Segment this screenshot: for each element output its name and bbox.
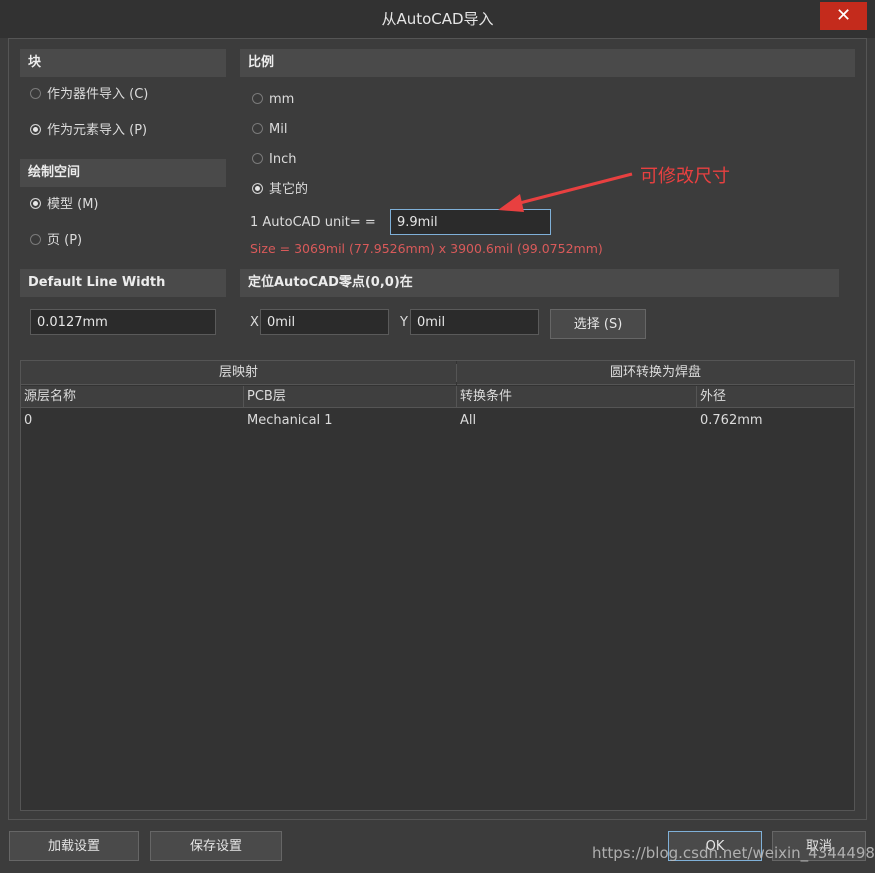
column-header-condition[interactable]: 转换条件	[457, 386, 696, 408]
block-header: 块	[20, 49, 226, 77]
x-input[interactable]: 0mil	[260, 309, 389, 335]
column-separator	[696, 386, 697, 408]
radio-label: 模型 (M)	[47, 197, 99, 212]
radio-icon	[252, 153, 263, 164]
select-button[interactable]: 选择 (S)	[550, 309, 646, 339]
radio-icon	[30, 198, 41, 209]
radio-mil[interactable]: Mil	[252, 120, 287, 140]
group-header-layer-map: 层映射	[21, 361, 456, 385]
y-label: Y	[400, 315, 408, 330]
radio-icon	[30, 124, 41, 135]
radio-label: 作为器件导入 (C)	[47, 87, 149, 102]
radio-mm[interactable]: mm	[252, 90, 294, 110]
radio-label: mm	[269, 92, 295, 107]
load-settings-button[interactable]: 加载设置	[9, 831, 139, 861]
group-header-ring-to-pad: 圆环转换为焊盘	[457, 361, 854, 385]
layer-mapping-table: 层映射 圆环转换为焊盘 源层名称 PCB层 转换条件 外径 0 Mechanic…	[20, 360, 855, 811]
column-header-pcb-layer[interactable]: PCB层	[244, 386, 456, 408]
radio-page[interactable]: 页 (P)	[30, 231, 82, 251]
radio-icon	[30, 234, 41, 245]
annotation-arrow-icon	[498, 172, 633, 212]
window-title: 从AutoCAD导入	[381, 10, 494, 28]
header-separator	[456, 364, 457, 382]
space-header: 绘制空间	[20, 159, 226, 187]
cell-outer-diameter[interactable]: 0.762mm	[697, 411, 854, 431]
column-header-outer-diameter[interactable]: 外径	[697, 386, 854, 408]
y-input[interactable]: 0mil	[410, 309, 539, 335]
size-info: Size = 3069mil (77.9526mm) x 3900.6mil (…	[250, 241, 603, 256]
radio-label: Inch	[269, 152, 297, 167]
close-button[interactable]: ✕	[820, 2, 867, 30]
origin-header: 定位AutoCAD零点(0,0)在	[240, 269, 839, 297]
radio-inch[interactable]: Inch	[252, 150, 296, 170]
x-label: X	[250, 315, 259, 330]
radio-icon	[252, 93, 263, 104]
cell-condition[interactable]: All	[457, 411, 696, 431]
line-width-header: Default Line Width	[20, 269, 226, 297]
annotation-text: 可修改尺寸	[640, 166, 730, 187]
radio-label: 其它的	[269, 182, 309, 197]
radio-label: 页 (P)	[47, 233, 83, 248]
cell-source-layer: 0	[24, 413, 33, 428]
close-icon: ✕	[835, 5, 852, 26]
radio-import-as-component[interactable]: 作为器件导入 (C)	[30, 85, 148, 105]
scale-header: 比例	[240, 49, 855, 77]
column-separator	[243, 386, 244, 408]
column-header-source-layer[interactable]: 源层名称	[21, 386, 243, 408]
column-separator	[456, 386, 457, 408]
radio-label: 作为元素导入 (P)	[47, 123, 148, 138]
radio-icon	[252, 123, 263, 134]
radio-import-as-primitive[interactable]: 作为元素导入 (P)	[30, 121, 147, 141]
radio-other[interactable]: 其它的	[252, 180, 308, 200]
line-width-input[interactable]: 0.0127mm	[30, 309, 216, 335]
radio-icon	[252, 183, 263, 194]
radio-model[interactable]: 模型 (M)	[30, 195, 99, 215]
radio-icon	[30, 88, 41, 99]
save-settings-button[interactable]: 保存设置	[150, 831, 282, 861]
unit-label: 1 AutoCAD unit= =	[250, 215, 376, 230]
radio-label: Mil	[269, 122, 288, 137]
watermark: https://blog.csdn.net/weixin_43444989	[592, 844, 875, 862]
cell-pcb-layer[interactable]: Mechanical 1	[244, 411, 456, 431]
